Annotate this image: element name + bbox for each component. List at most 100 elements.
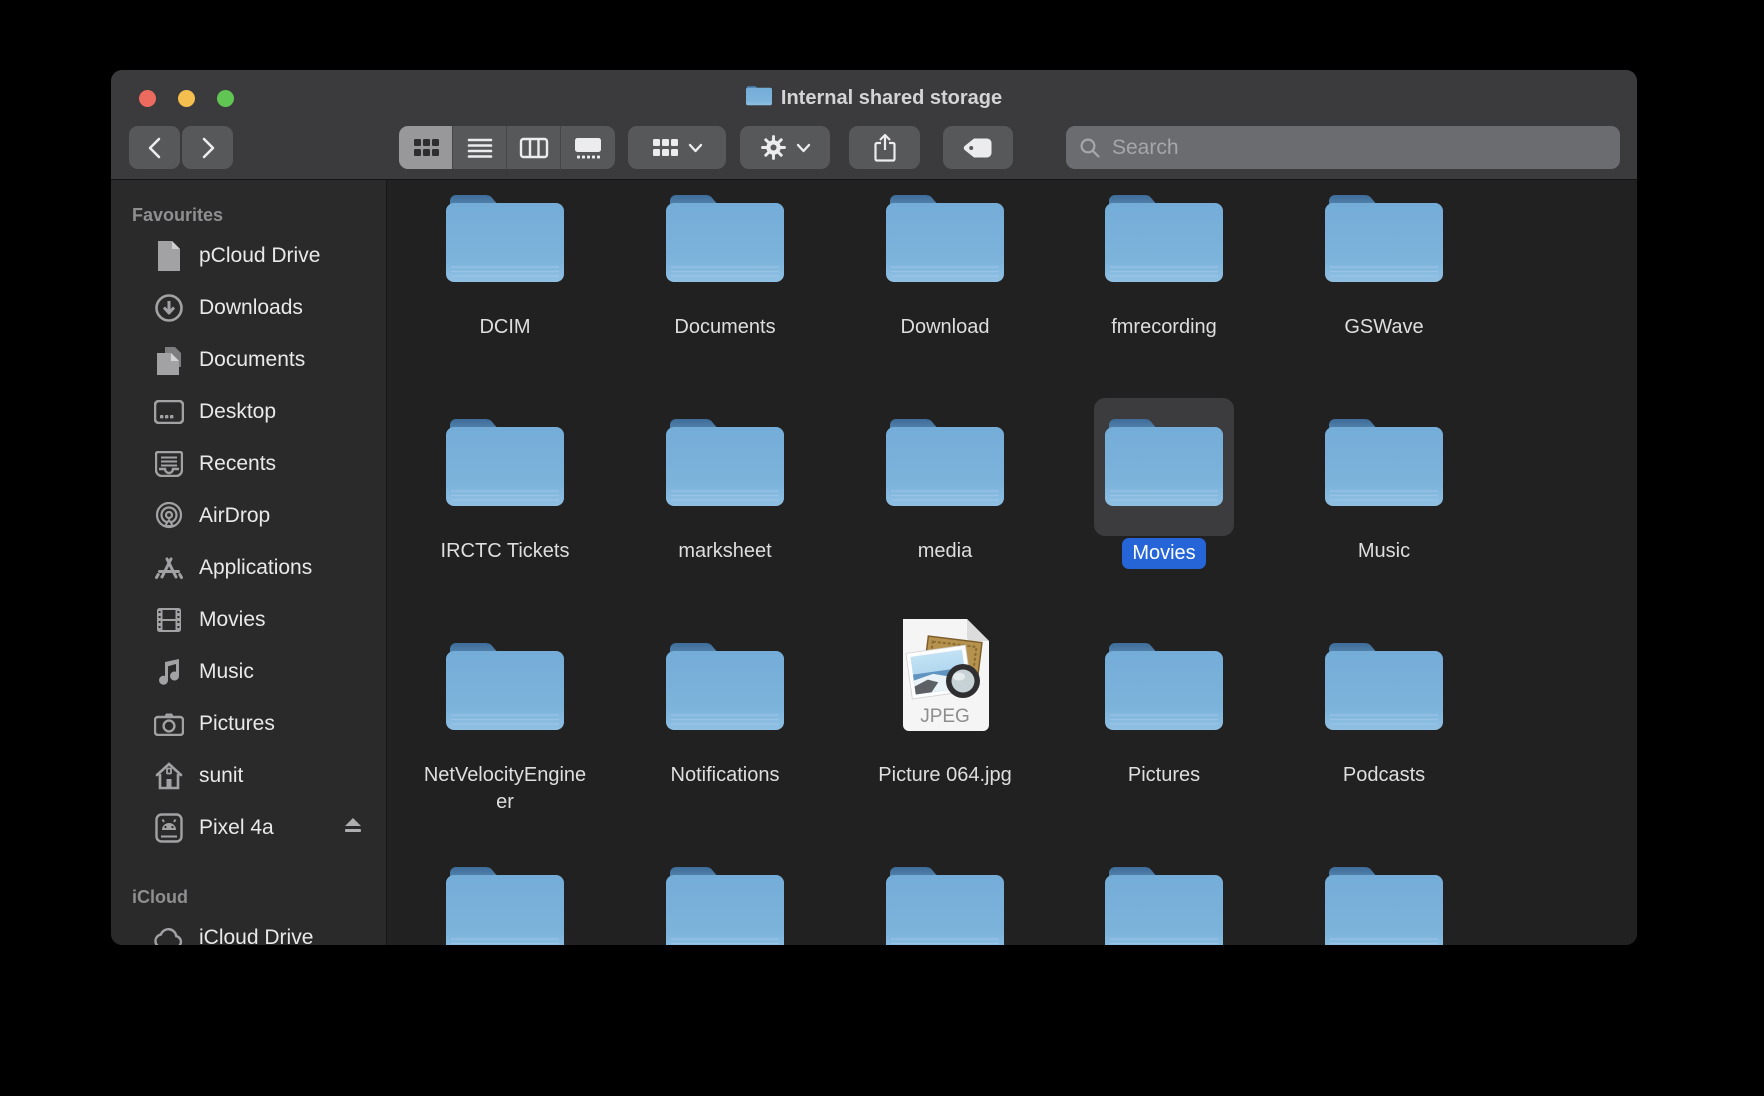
item-label: Picture 064.jpg — [860, 762, 1030, 789]
sidebar-item-pictures[interactable]: Pictures — [111, 698, 386, 750]
grid-item-netvelocityengineer[interactable]: NetVelocityEngineer — [405, 640, 605, 816]
back-button[interactable] — [129, 126, 180, 169]
search-input[interactable] — [1110, 135, 1607, 161]
finder-window: Internal shared storage — [111, 70, 1637, 945]
jpeg-file-icon: JPEG — [845, 640, 1045, 736]
grid-item-partial[interactable] — [405, 864, 605, 945]
grid-item-music[interactable]: Music — [1284, 416, 1484, 565]
window-title: Internal shared storage — [781, 87, 1002, 110]
folder-icon — [845, 192, 1045, 288]
sidebar-item-applications[interactable]: Applications — [111, 542, 386, 594]
cloud-icon — [152, 921, 186, 945]
item-label: Documents — [640, 314, 810, 341]
sidebar-item-label: iCloud Drive — [199, 926, 313, 945]
grid-item-marksheet[interactable]: marksheet — [625, 416, 825, 565]
group-by-button[interactable] — [628, 126, 726, 169]
sidebar-item-documents[interactable]: Documents — [111, 334, 386, 386]
item-label: NetVelocityEngineer — [420, 762, 590, 816]
grid-item-podcasts[interactable]: Podcasts — [1284, 640, 1484, 789]
folder-mini-icon — [746, 85, 772, 112]
item-label: media — [860, 538, 1030, 565]
folder-icon — [405, 416, 605, 512]
view-grid-button[interactable] — [399, 126, 453, 169]
sidebar: FavouritespCloud DriveDownloadsDocuments… — [111, 180, 387, 945]
document-icon — [152, 239, 186, 273]
item-label: IRCTC Tickets — [420, 538, 590, 565]
folder-icon — [845, 864, 1045, 945]
jpeg-badge: JPEG — [920, 706, 970, 727]
sidebar-item-label: Desktop — [199, 400, 276, 424]
grid-item-pictures[interactable]: Pictures — [1064, 640, 1264, 789]
sidebar-item-icloud-drive[interactable]: iCloud Drive — [111, 912, 386, 945]
grid-item-documents[interactable]: Documents — [625, 192, 825, 341]
view-columns-button[interactable] — [507, 126, 561, 169]
folder-icon — [1064, 640, 1264, 736]
file-grid: DCIM Documents Download fmrecording GSWa… — [388, 180, 1637, 945]
sidebar-item-sunit[interactable]: sunit — [111, 750, 386, 802]
sidebar-item-label: Applications — [199, 556, 312, 580]
sidebar-item-label: pCloud Drive — [199, 244, 320, 268]
folder-icon — [1064, 416, 1264, 512]
desktop-icon — [152, 395, 186, 429]
window-header: Internal shared storage — [111, 70, 1637, 180]
grid-item-media[interactable]: media — [845, 416, 1045, 565]
music-icon — [152, 655, 186, 689]
chevron-down-icon — [796, 143, 811, 153]
documents-icon — [152, 343, 186, 377]
folder-icon — [1284, 864, 1484, 945]
view-gallery-button[interactable] — [561, 126, 615, 169]
search-field — [1066, 126, 1620, 169]
sidebar-item-movies[interactable]: Movies — [111, 594, 386, 646]
view-list-button[interactable] — [453, 126, 507, 169]
grid-item-fmrecording[interactable]: fmrecording — [1064, 192, 1264, 341]
item-label: Download — [860, 314, 1030, 341]
folder-icon — [405, 864, 605, 945]
grid-item-picture-064-jpg[interactable]: JPEG Picture 064.jpg — [845, 640, 1045, 789]
title-group: Internal shared storage — [111, 85, 1637, 112]
folder-icon — [405, 192, 605, 288]
sidebar-item-music[interactable]: Music — [111, 646, 386, 698]
eject-icon[interactable] — [343, 816, 363, 838]
item-label: Music — [1299, 538, 1469, 565]
grid-item-notifications[interactable]: Notifications — [625, 640, 825, 789]
airdrop-icon — [152, 499, 186, 533]
grid-item-partial[interactable] — [845, 864, 1045, 945]
tag-button[interactable] — [943, 126, 1013, 169]
sidebar-item-label: Movies — [199, 608, 266, 632]
pictures-icon — [152, 707, 186, 741]
view-switcher — [399, 126, 615, 169]
sidebar-item-pcloud-drive[interactable]: pCloud Drive — [111, 230, 386, 282]
grid-item-irctc-tickets[interactable]: IRCTC Tickets — [405, 416, 605, 565]
actions-button[interactable] — [740, 126, 830, 169]
item-label: Podcasts — [1299, 762, 1469, 789]
sidebar-item-label: Downloads — [199, 296, 303, 320]
share-button[interactable] — [849, 126, 920, 169]
item-label: Notifications — [640, 762, 810, 789]
grid-item-partial[interactable] — [1064, 864, 1264, 945]
sidebar-item-downloads[interactable]: Downloads — [111, 282, 386, 334]
sidebar-item-label: Documents — [199, 348, 305, 372]
android-device-icon — [152, 811, 186, 845]
grid-item-download[interactable]: Download — [845, 192, 1045, 341]
download-circle-icon — [152, 291, 186, 325]
grid-item-partial[interactable] — [1284, 864, 1484, 945]
folder-icon — [1064, 864, 1264, 945]
folder-icon — [1284, 640, 1484, 736]
sidebar-item-label: sunit — [199, 764, 243, 788]
sidebar-item-airdrop[interactable]: AirDrop — [111, 490, 386, 542]
toolbar — [111, 126, 1637, 170]
sidebar-item-desktop[interactable]: Desktop — [111, 386, 386, 438]
sidebar-item-pixel-4a[interactable]: Pixel 4a — [111, 802, 386, 854]
grid-item-movies[interactable]: Movies — [1064, 416, 1264, 569]
chevron-down-icon — [688, 143, 703, 153]
grid-item-partial[interactable] — [625, 864, 825, 945]
folder-icon — [625, 640, 825, 736]
folder-icon — [845, 416, 1045, 512]
item-label: fmrecording — [1079, 314, 1249, 341]
sidebar-item-recents[interactable]: Recents — [111, 438, 386, 490]
folder-icon — [625, 864, 825, 945]
sidebar-item-label: Recents — [199, 452, 276, 476]
grid-item-dcim[interactable]: DCIM — [405, 192, 605, 341]
grid-item-gswave[interactable]: GSWave — [1284, 192, 1484, 341]
forward-button[interactable] — [182, 126, 233, 169]
